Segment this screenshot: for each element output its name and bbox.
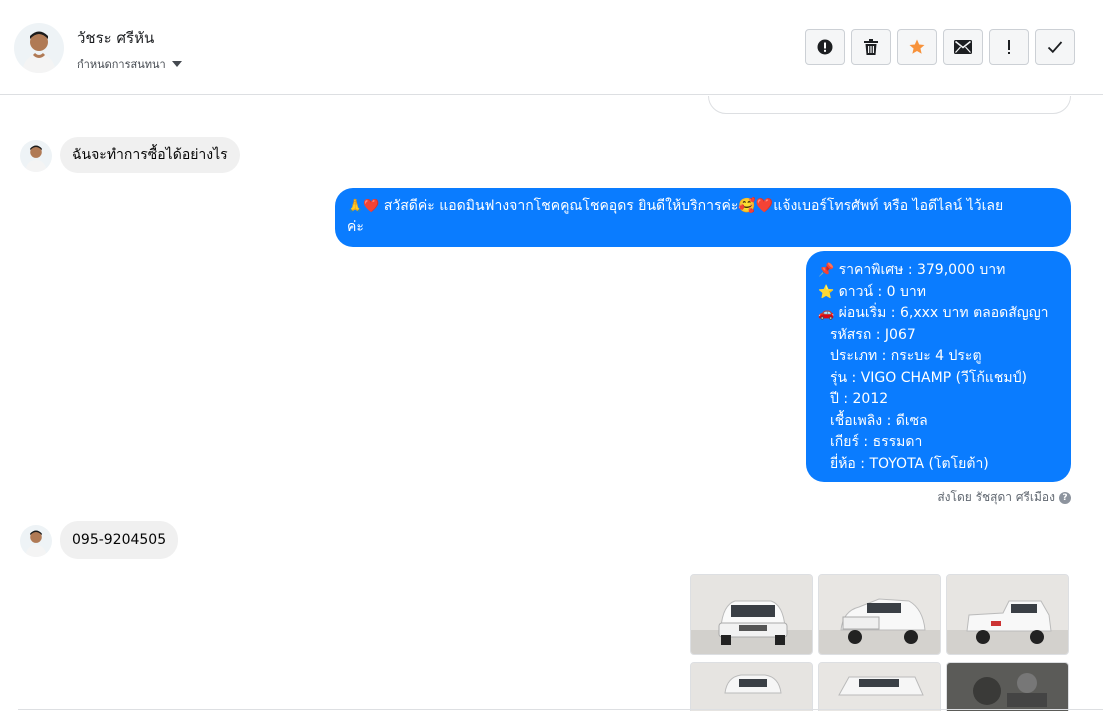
installment-text: ผ่อนเริ่ม : 6,xxx บาท ตลอดสัญญา bbox=[838, 305, 1049, 321]
composer-divider bbox=[18, 709, 1103, 710]
message-text: สวัสดีค่ะ แอดมินฟางจากโชคคูณโชคอุดร ยินด… bbox=[383, 198, 1004, 214]
envelope-icon bbox=[954, 40, 972, 54]
incoming-message: ฉันจะทำการซื้อได้อย่างไร bbox=[60, 137, 240, 173]
message-line: ค่ะ bbox=[347, 219, 364, 235]
price-row: 📌 ราคาพิเศษ : 379,000 บาท bbox=[818, 260, 1059, 282]
car-photo[interactable] bbox=[818, 574, 941, 655]
installment-row: 🚗 ผ่อนเริ่ม : 6,xxx บาท ตลอดสัญญา bbox=[818, 303, 1059, 325]
car-photo[interactable] bbox=[690, 574, 813, 655]
sent-by-text: ส่งโดย รัชสุดา ศรีเมือง bbox=[937, 490, 1055, 504]
incoming-message-phone: 095-9204505 bbox=[60, 521, 179, 559]
down-payment-row: ⭐ ดาวน์ : 0 บาท bbox=[818, 282, 1059, 304]
delete-button[interactable] bbox=[851, 29, 891, 65]
car-type-row: ประเภท : กระบะ 4 ประตู bbox=[830, 348, 982, 364]
car-icon: 🚗 bbox=[818, 306, 835, 321]
mark-unread-button[interactable] bbox=[943, 29, 983, 65]
sender-avatar[interactable] bbox=[20, 525, 52, 557]
mark-spam-button[interactable] bbox=[805, 29, 845, 65]
alert-circle-icon bbox=[817, 39, 833, 55]
outgoing-message: 🙏❤️ สวัสดีค่ะ แอดมินฟางจากโชคคูณโชคอุดร … bbox=[335, 188, 1071, 247]
contact-avatar[interactable] bbox=[14, 23, 64, 73]
car-photo[interactable] bbox=[946, 574, 1069, 655]
car-fuel-row: เชื้อเพลิง : ดีเซล bbox=[830, 412, 928, 429]
pushpin-icon: 📌 bbox=[818, 263, 835, 278]
message-line: 🙏❤️ สวัสดีค่ะ แอดมินฟางจากโชคคูณโชคอุดร … bbox=[347, 196, 1059, 217]
trash-icon bbox=[864, 39, 878, 55]
mark-done-button[interactable] bbox=[1035, 29, 1075, 65]
car-gear-row: เกียร์ : ธรรมดา bbox=[830, 434, 923, 450]
car-code-row: รหัสรถ : J067 bbox=[830, 326, 916, 343]
conversation-header: วัชระ ศรีหัน กำหนดการสนทนา bbox=[0, 0, 1103, 95]
star-button[interactable] bbox=[897, 29, 937, 65]
outgoing-message-car-details: 📌 ราคาพิเศษ : 379,000 บาท ⭐ ดาวน์ : 0 บา… bbox=[806, 251, 1071, 482]
caret-down-icon bbox=[171, 61, 182, 67]
sender-avatar[interactable] bbox=[20, 140, 52, 172]
checkmark-icon bbox=[1047, 41, 1063, 54]
car-brand-row: ยี่ห้อ : TOYOTA (โตโยต้า) bbox=[830, 455, 989, 472]
car-photo[interactable] bbox=[946, 662, 1069, 711]
assign-conversation-dropdown[interactable]: กำหนดการสนทนา bbox=[77, 55, 182, 73]
car-photo[interactable] bbox=[818, 662, 941, 711]
assign-conversation-label: กำหนดการสนทนา bbox=[77, 58, 166, 71]
previous-message-bubble bbox=[708, 96, 1071, 114]
pray-heart-emoji: 🙏❤️ bbox=[347, 199, 380, 214]
help-icon[interactable]: ? bbox=[1059, 491, 1071, 504]
down-payment-text: ดาวน์ : 0 บาท bbox=[838, 283, 926, 300]
follow-up-button[interactable] bbox=[989, 29, 1029, 65]
contact-name[interactable]: วัชระ ศรีหัน bbox=[77, 26, 154, 50]
star-emoji-icon: ⭐ bbox=[818, 284, 835, 300]
exclamation-icon bbox=[1008, 40, 1010, 54]
car-photo[interactable] bbox=[690, 662, 813, 711]
car-model-row: รุ่น : VIGO CHAMP (วีโก้แชมป์) bbox=[830, 369, 1028, 386]
message-thread[interactable]: ฉันจะทำการซื้อได้อย่างไร 🙏❤️ สวัสดีค่ะ แ… bbox=[0, 96, 1103, 711]
price-text: ราคาพิเศษ : 379,000 บาท bbox=[838, 262, 1006, 278]
car-year-row: ปี : 2012 bbox=[830, 391, 889, 407]
sent-by-note: ส่งโดย รัชสุดา ศรีเมือง ? bbox=[937, 488, 1071, 507]
star-icon bbox=[909, 39, 925, 54]
header-actions bbox=[805, 29, 1075, 65]
